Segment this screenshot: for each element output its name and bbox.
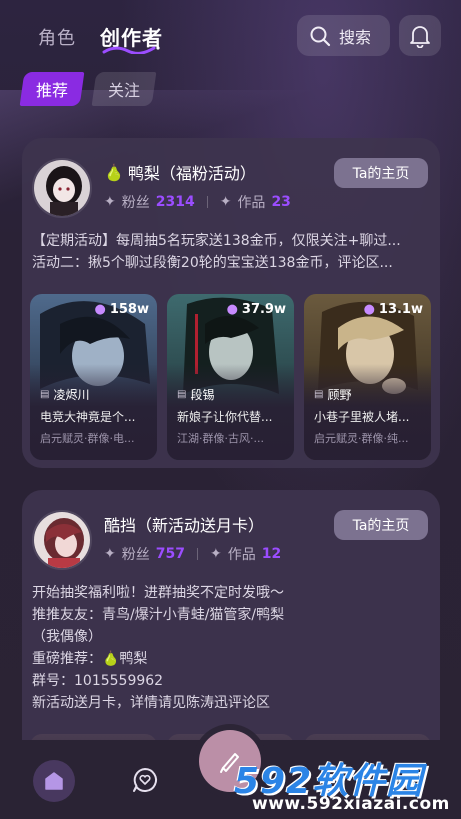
subtab-follow-label: 关注 <box>108 81 141 100</box>
avatar[interactable] <box>32 510 92 570</box>
description-line: 【定期活动】每周抽5名玩家送138金币，仅限关注+聊过... <box>32 233 401 249</box>
works-label: 作品 <box>227 547 256 563</box>
homepage-button[interactable]: Ta的主页 <box>334 510 428 540</box>
work-card[interactable]: ● 158w ▤ 凌烬川 电竞大神竟是个... 启元赋灵·群像·电... <box>30 294 157 460</box>
bell-icon <box>410 25 430 48</box>
heat-value: 37.9w <box>241 302 286 317</box>
active-tab-underline <box>102 46 160 54</box>
work-name-text: 段锡 <box>190 388 215 402</box>
works-list: ● 158w ▤ 凌烬川 电竞大神竟是个... 启元赋灵·群像·电... ● 3… <box>30 294 431 460</box>
works-count: 12 <box>261 546 282 562</box>
creator-name: 🍐 鸭梨（福粉活动） <box>104 160 256 184</box>
homepage-button[interactable]: Ta的主页 <box>334 158 428 188</box>
heat-icon: ● <box>94 302 106 317</box>
watermark: 592软件园 www.592xiazai.com <box>230 752 461 816</box>
work-description: 电竞大神竟是个... <box>40 410 136 424</box>
notification-button[interactable] <box>399 15 441 56</box>
stats-divider <box>206 196 208 208</box>
work-name-text: 顾野 <box>327 388 352 402</box>
creator-card[interactable]: 🍐 鸭梨（福粉活动） ✦ 粉丝 2314 ✦ 作品 23 Ta的主页 【定期活动… <box>22 138 440 468</box>
avatar[interactable] <box>32 158 92 218</box>
subtab-recommend-label: 推荐 <box>36 81 69 100</box>
fans-label: 粉丝 <box>121 195 150 211</box>
fans-count: 2314 <box>155 194 195 210</box>
document-icon: ▤ <box>314 389 324 400</box>
heat-icon: ● <box>363 302 375 317</box>
stats-divider <box>196 548 198 560</box>
document-icon: ▤ <box>40 389 50 400</box>
work-description: 新娘子让你代替... <box>177 410 273 424</box>
creator-name-text: 鸭梨（福粉活动） <box>127 164 256 183</box>
creator-stats: ✦ 粉丝 757 ✦ 作品 12 <box>104 544 281 564</box>
subtab-follow[interactable]: 关注 <box>91 72 157 106</box>
heat-value: 158w <box>109 302 149 317</box>
fans-count: 757 <box>155 546 185 562</box>
search-button[interactable]: 搜索 <box>297 15 390 56</box>
work-heat: ● 37.9w <box>227 302 286 317</box>
description-line: 新活动送月卡，详情请见陈涛迅评论区 <box>32 695 270 711</box>
sparkle-icon: ✦ <box>104 194 116 210</box>
creator-name-text: 酷挡（新活动送月卡） <box>104 516 265 535</box>
work-name: ▤ 凌烬川 <box>40 386 89 403</box>
description-line: 重磅推荐：🍐鸭梨 <box>32 651 148 667</box>
works-count: 23 <box>271 194 291 210</box>
nav-home-button[interactable] <box>33 760 75 802</box>
creator-name: 酷挡（新活动送月卡） <box>104 512 264 536</box>
watermark-url: www.592xiazai.com <box>252 794 450 814</box>
home-icon <box>45 772 63 790</box>
work-name-text: 凌烬川 <box>53 388 90 402</box>
fans-label: 粉丝 <box>121 547 150 563</box>
sparkle-icon: ✦ <box>209 546 222 562</box>
work-card[interactable]: ● 13.1w ▤ 顾野 小巷子里被人堵... 启元赋灵·群像·纯... <box>304 294 431 460</box>
tab-role[interactable]: 角色 <box>38 24 76 50</box>
work-card[interactable]: ● 37.9w ▤ 段锡 新娘子让你代替... 江湖·群像·古风·... <box>167 294 294 460</box>
description-line: 群号：1015559962 <box>32 673 164 689</box>
chat-heart-icon <box>133 768 157 792</box>
description-line: 活动二：揪5个聊过段衡20轮的宝宝送138金币，评论区... <box>32 255 393 271</box>
work-tags: 启元赋灵·群像·电... <box>40 432 135 445</box>
top-bar: 角色 创作者 搜索 <box>0 0 461 72</box>
sparkle-icon: ✦ <box>219 194 232 210</box>
work-description: 小巷子里被人堵... <box>314 410 410 424</box>
works-label: 作品 <box>237 195 266 211</box>
creator-description: 开始抽奖福利啦！进群抽奖不定时发哦～ 推推友友：青鸟/爆汁小青蛙/猫管家/鸭梨 … <box>32 582 432 714</box>
pear-icon: 🍐 <box>104 162 124 182</box>
heat-value: 13.1w <box>378 302 423 317</box>
description-line: 推推友友：青鸟/爆汁小青蛙/猫管家/鸭梨 <box>32 607 285 623</box>
description-line: （我偶像） <box>32 629 102 645</box>
work-name: ▤ 段锡 <box>177 386 214 403</box>
creator-stats: ✦ 粉丝 2314 ✦ 作品 23 <box>104 192 291 212</box>
description-line: 开始抽奖福利啦！进群抽奖不定时发哦～ <box>32 585 284 601</box>
work-heat: ● 13.1w <box>364 302 423 317</box>
creator-description: 【定期活动】每周抽5名玩家送138金币，仅限关注+聊过... 活动二：揪5个聊过… <box>32 230 432 274</box>
nav-message-button[interactable] <box>127 762 163 798</box>
heat-icon: ● <box>226 302 238 317</box>
search-icon <box>310 26 331 46</box>
sparkle-icon: ✦ <box>104 546 116 562</box>
work-tags: 启元赋灵·群像·纯... <box>314 432 409 445</box>
document-icon: ▤ <box>177 389 187 400</box>
work-name: ▤ 顾野 <box>314 386 351 403</box>
subtab-recommend[interactable]: 推荐 <box>19 72 85 106</box>
work-heat: ● 158w <box>95 302 150 317</box>
work-tags: 江湖·群像·古风·... <box>177 432 264 445</box>
search-label: 搜索 <box>339 27 372 47</box>
